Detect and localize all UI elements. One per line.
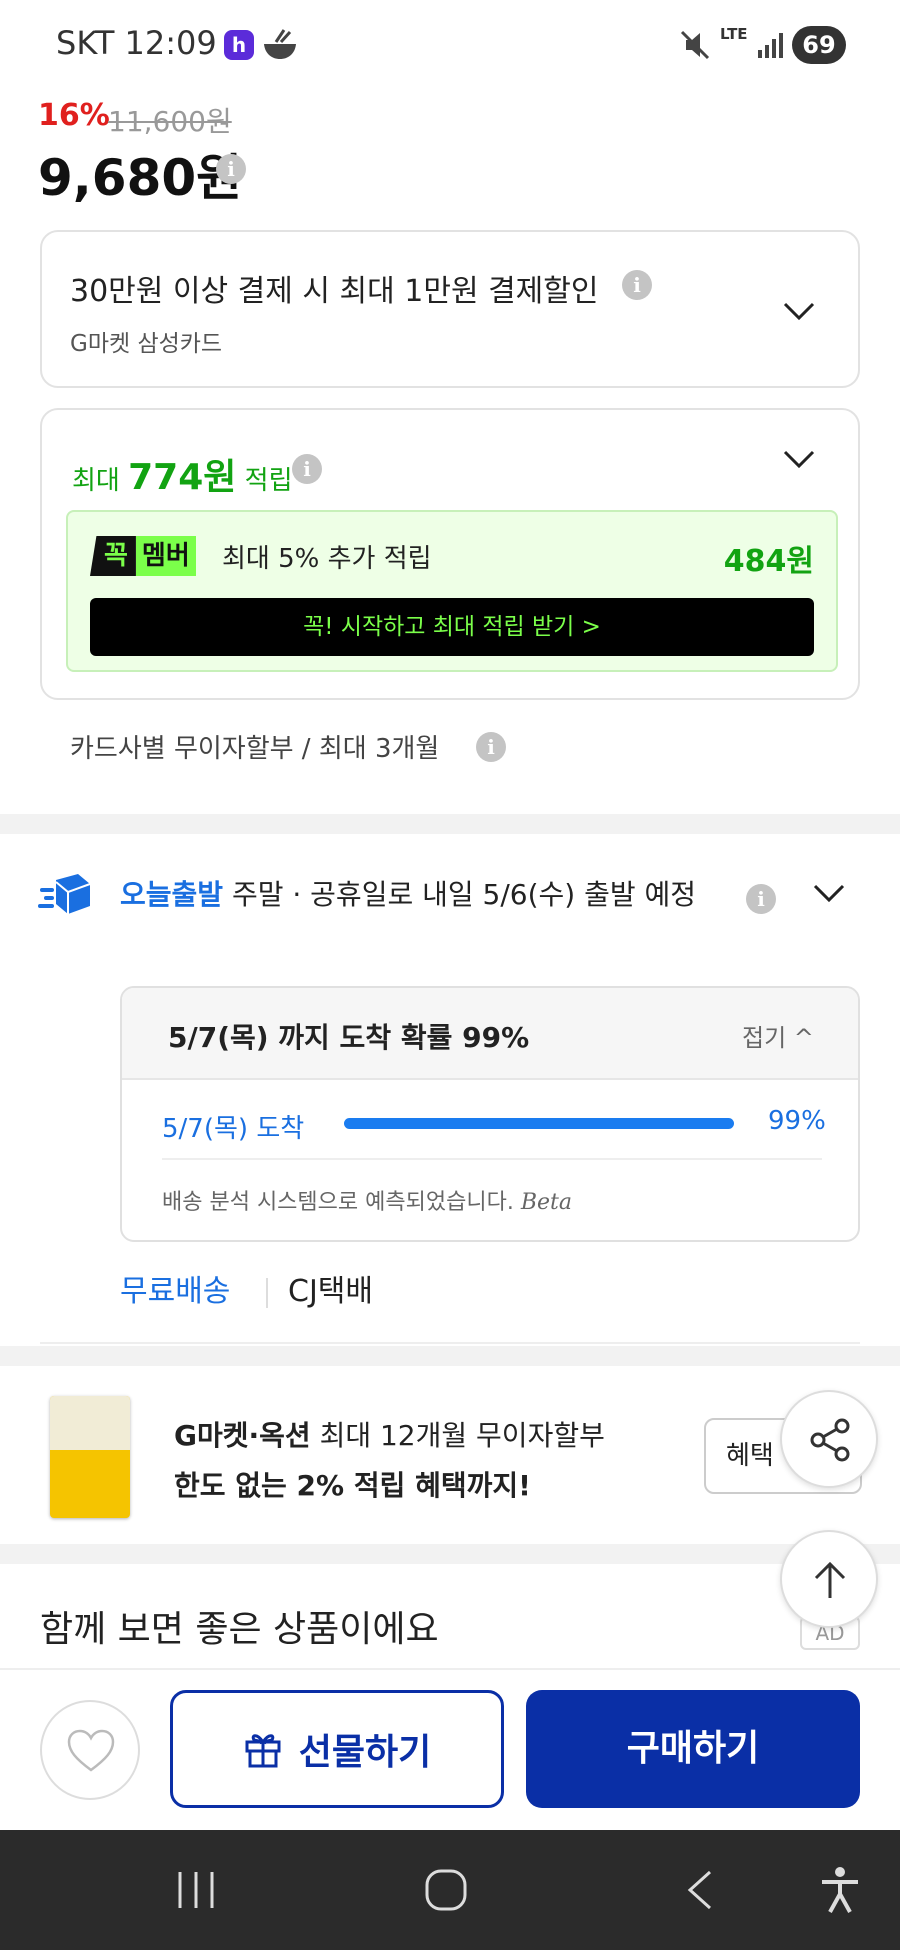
info-icon[interactable]: i (746, 884, 776, 914)
gift-icon (245, 1734, 281, 1768)
back-icon[interactable] (684, 1870, 716, 1910)
prediction-note: 배송 분석 시스템으로 예측되었습니다. Beta (162, 1190, 572, 1215)
bowl-icon (264, 29, 296, 59)
info-icon[interactable]: i (292, 454, 322, 484)
divider (266, 1278, 268, 1308)
arrival-probability-panel: 5/7(목) 까지 도착 확률 99% 접기 ^ 5/7(목) 도착 99% 배… (120, 986, 860, 1242)
points-panel: 최대 774원 적립 i 꼭 멤버 최대 5% 추가 적립 484원 꼭! 시작하… (40, 408, 860, 700)
like-button[interactable] (40, 1700, 140, 1800)
accessibility-icon[interactable] (818, 1866, 862, 1914)
gift-button[interactable]: 선물하기 (170, 1690, 504, 1808)
network-type: LTE (720, 25, 748, 43)
points-summary: 최대 774원 적립 (72, 457, 293, 498)
points-amount: 774원 (128, 457, 237, 498)
gift-label: 선물하기 (298, 1732, 432, 1773)
today-shipping-label: 오늘출발 (120, 878, 224, 911)
beta-label: Beta (520, 1190, 572, 1215)
info-icon[interactable]: i (216, 154, 246, 184)
delivery-message: 오늘출발 주말 · 공휴일로 내일 5/6(수) 출발 예정 (120, 878, 697, 911)
info-icon[interactable]: i (476, 732, 506, 762)
arrow-up-icon (814, 1561, 846, 1598)
home-icon[interactable] (424, 1868, 468, 1912)
arrival-date: 5/7(목) 도착 (162, 1114, 305, 1144)
section-divider (0, 1346, 900, 1366)
membership-amount: 484원 (723, 544, 814, 579)
status-bar: SKT 12:09 h LTE 69 (0, 0, 900, 92)
truck-icon (38, 874, 91, 914)
recent-apps-icon[interactable] (174, 1870, 218, 1910)
divider (40, 1342, 860, 1344)
app-notification-icon: h (224, 30, 254, 60)
promo-line-2: 한도 없는 2% 적립 혜택까지! (174, 1469, 531, 1502)
chevron-down-icon[interactable] (782, 442, 816, 476)
card-discount-panel[interactable]: 30만원 이상 결제 시 최대 1만원 결제할인 i G마켓 삼성카드 (40, 230, 860, 388)
signal-icon (758, 33, 783, 58)
section-divider (0, 814, 900, 834)
share-button[interactable] (780, 1390, 878, 1488)
battery-level: 69 (792, 26, 846, 64)
recommend-title: 함께 보면 좋은 상품이에요 (40, 1609, 439, 1650)
carrier-name: CJ택배 (288, 1274, 373, 1309)
divider (162, 1158, 822, 1160)
arrival-probability-bar (344, 1118, 734, 1129)
membership-text: 최대 5% 추가 적립 (222, 544, 432, 574)
card-discount-subtitle: G마켓 삼성카드 (70, 331, 223, 357)
section-divider (0, 1544, 900, 1564)
current-price: 9,680원 (38, 149, 243, 207)
info-icon[interactable]: i (622, 270, 652, 300)
system-nav-bar (0, 1830, 900, 1950)
heart-icon (67, 1729, 115, 1772)
scroll-top-button[interactable] (780, 1530, 878, 1628)
chevron-down-icon[interactable] (812, 876, 846, 910)
discount-rate: 16% (38, 98, 110, 133)
membership-start-button[interactable]: 꼭! 시작하고 최대 적립 받기 > (90, 598, 814, 656)
arrival-probability-title: 5/7(목) 까지 도착 확률 99% (168, 1021, 530, 1054)
chevron-down-icon[interactable] (782, 294, 816, 328)
carrier-time: SKT 12:09 (56, 24, 217, 62)
shipping-fee: 무료배송 (120, 1274, 231, 1309)
original-price: 11,600원 (108, 105, 232, 138)
credit-card-image[interactable] (50, 1396, 130, 1518)
card-discount-title: 30만원 이상 결제 시 최대 1만원 결제할인 (70, 274, 599, 309)
promo-line-1: G마켓·옥션 최대 12개월 무이자할부 (174, 1419, 605, 1452)
share-icon (810, 1418, 850, 1462)
membership-logo: 꼭 멤버 (90, 536, 196, 576)
membership-promo: 꼭 멤버 최대 5% 추가 적립 484원 꼭! 시작하고 최대 적립 받기 > (66, 510, 838, 672)
arrival-probability-header: 5/7(목) 까지 도착 확률 99% 접기 ^ (122, 988, 858, 1080)
buy-button[interactable]: 구매하기 (526, 1690, 860, 1808)
fold-button[interactable]: 접기 ^ (742, 1018, 814, 1053)
arrival-percentage: 99% (768, 1106, 826, 1136)
mute-icon (680, 30, 710, 60)
installment-info: 카드사별 무이자할부 / 최대 3개월 (70, 734, 440, 764)
